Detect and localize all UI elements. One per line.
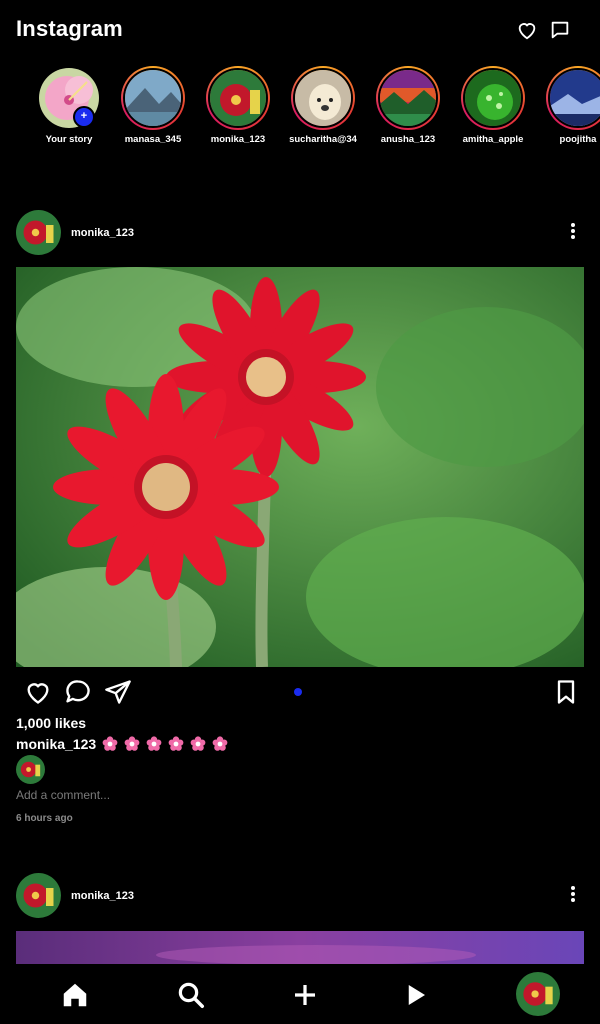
story-item[interactable]: monika_123 bbox=[196, 66, 280, 145]
flower-emoji-icon bbox=[168, 736, 184, 751]
top-header: Instagram bbox=[0, 0, 600, 60]
story-your-story[interactable]: + Your story bbox=[27, 66, 111, 145]
story-item[interactable]: poojitha bbox=[536, 66, 600, 145]
more-options-icon[interactable] bbox=[570, 884, 576, 904]
post-image[interactable] bbox=[16, 267, 584, 667]
post-caption: monika_123 bbox=[16, 736, 228, 752]
message-icon[interactable] bbox=[549, 19, 571, 41]
profile-avatar[interactable] bbox=[516, 972, 560, 1016]
bottom-nav bbox=[0, 964, 600, 1024]
app-title: Instagram bbox=[16, 16, 123, 41]
bookmark-icon[interactable] bbox=[552, 678, 580, 706]
post-image[interactable] bbox=[16, 931, 584, 964]
story-label: sucharitha@34 bbox=[289, 134, 357, 145]
stories-row: + Your story manasa_345 monika_123 sucha… bbox=[0, 66, 600, 156]
story-item[interactable]: amitha_apple bbox=[451, 66, 535, 145]
story-label: anusha_123 bbox=[380, 134, 436, 145]
more-options-icon[interactable] bbox=[570, 221, 576, 241]
flower-emoji-icon bbox=[102, 736, 118, 751]
story-item[interactable]: anusha_123 bbox=[366, 66, 450, 145]
flower-emoji-icon bbox=[212, 736, 228, 751]
post-actions bbox=[16, 678, 584, 708]
flower-emoji-icon bbox=[190, 736, 206, 751]
post-avatar[interactable] bbox=[16, 210, 61, 255]
flower-emoji-icon bbox=[124, 736, 140, 751]
story-label: manasa_345 bbox=[124, 134, 182, 145]
story-label: monika_123 bbox=[210, 134, 266, 145]
add-icon[interactable] bbox=[290, 980, 320, 1010]
comment-icon[interactable] bbox=[64, 678, 92, 706]
story-label: Your story bbox=[45, 134, 93, 145]
commenter-avatar bbox=[16, 755, 45, 784]
story-avatar[interactable] bbox=[121, 66, 185, 130]
post-avatar[interactable] bbox=[16, 873, 61, 918]
caption-username[interactable]: monika_123 bbox=[16, 736, 96, 752]
story-avatar[interactable] bbox=[546, 66, 600, 130]
heart-icon[interactable] bbox=[516, 19, 538, 41]
post-header: monika_123 bbox=[16, 210, 584, 256]
like-icon[interactable] bbox=[24, 678, 52, 706]
story-label: poojitha bbox=[559, 134, 597, 145]
search-icon[interactable] bbox=[176, 980, 206, 1010]
story-avatar[interactable] bbox=[291, 66, 355, 130]
story-label: amitha_apple bbox=[462, 134, 524, 145]
post-username[interactable]: monika_123 bbox=[71, 227, 134, 239]
share-icon[interactable] bbox=[104, 678, 132, 706]
flower-emoji-icon bbox=[146, 736, 162, 751]
story-item[interactable]: sucharitha@34 bbox=[281, 66, 365, 145]
post-header: monika_123 bbox=[16, 873, 584, 919]
carousel-indicator bbox=[294, 688, 302, 696]
home-icon[interactable] bbox=[60, 980, 90, 1010]
post-timestamp: 6 hours ago bbox=[16, 813, 73, 824]
add-comment-input[interactable]: Add a comment... bbox=[16, 788, 110, 802]
reels-icon[interactable] bbox=[400, 980, 430, 1010]
post-username[interactable]: monika_123 bbox=[71, 890, 134, 902]
story-avatar[interactable] bbox=[376, 66, 440, 130]
story-avatar[interactable] bbox=[461, 66, 525, 130]
add-story-badge[interactable]: + bbox=[73, 106, 95, 128]
likes-count[interactable]: 1,000 likes bbox=[16, 715, 86, 731]
story-item[interactable]: manasa_345 bbox=[111, 66, 195, 145]
story-avatar[interactable] bbox=[206, 66, 270, 130]
